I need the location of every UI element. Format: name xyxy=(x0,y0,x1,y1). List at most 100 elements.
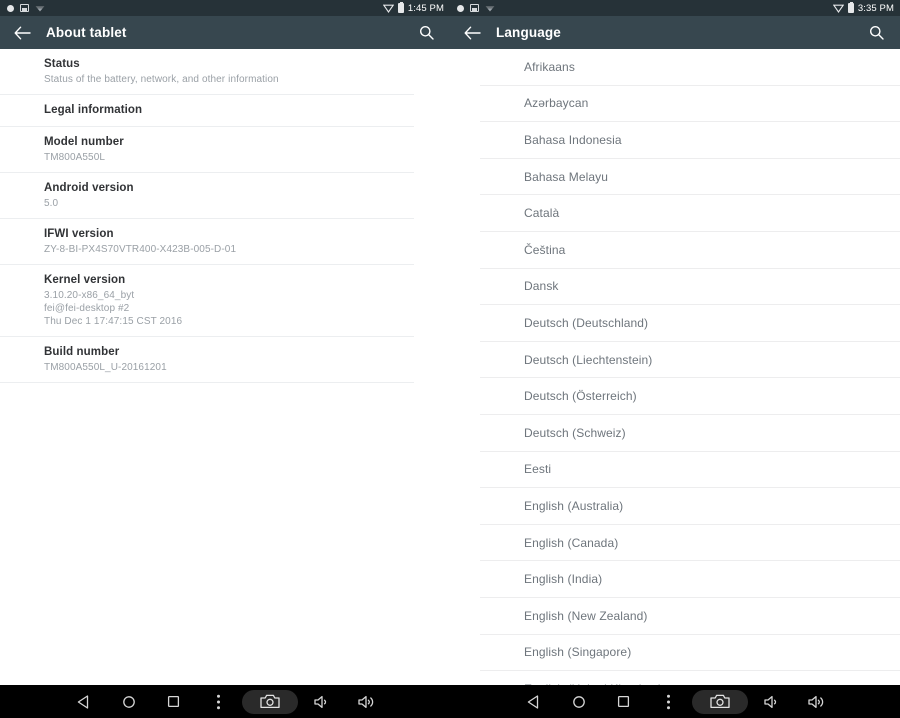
status-bar-clock: 1:45 PM xyxy=(407,2,444,14)
about-row-subtitle: Status of the battery, network, and othe… xyxy=(44,74,279,85)
language-label: English (Singapore) xyxy=(524,645,632,660)
volume-up-icon[interactable] xyxy=(344,685,389,718)
right-panel-language: 3:35 PM Language Afrikaans Azərbaycan Baha… xyxy=(450,0,900,718)
language-list-item[interactable]: Azərbaycan xyxy=(480,86,900,123)
about-row-title: Model number xyxy=(44,136,124,148)
language-list-item[interactable]: Afrikaans xyxy=(480,49,900,86)
volume-down-icon[interactable] xyxy=(749,685,794,718)
language-label: Azərbaycan xyxy=(524,96,589,111)
volume-up-icon[interactable] xyxy=(794,685,839,718)
language-label: English (Australia) xyxy=(524,498,624,513)
status-bar-right-icons: 3:35 PM xyxy=(832,1,894,14)
signal-triangle-icon xyxy=(382,4,394,13)
language-list-item[interactable]: Deutsch (Deutschland) xyxy=(480,305,900,342)
screenshot-camera-icon[interactable] xyxy=(692,689,748,714)
language-label: Dansk xyxy=(524,279,559,294)
about-row-title: IFWI version xyxy=(44,228,114,240)
back-arrow-icon[interactable] xyxy=(458,19,486,47)
language-label: Bahasa Melayu xyxy=(524,169,609,184)
language-list-item[interactable]: English (New Zealand) xyxy=(480,598,900,635)
about-row-title: Status xyxy=(44,58,80,70)
about-row-title: Android version xyxy=(44,182,134,194)
about-row[interactable]: IFWI version ZY-8-BI-PX4S70VTR400-X423B-0… xyxy=(0,219,414,265)
home-circle-icon[interactable] xyxy=(556,685,601,718)
status-bar-left-icons xyxy=(7,4,45,12)
language-list-item[interactable]: English (India) xyxy=(480,561,900,598)
status-bar-clock: 3:35 PM xyxy=(857,2,894,14)
signal-triangle-icon xyxy=(832,4,844,13)
screenshot-icon xyxy=(470,4,479,12)
about-row-title: Kernel version xyxy=(44,274,126,286)
left-panel-about-tablet: 1:45 PM About tablet Status Status of the… xyxy=(0,0,450,718)
about-row-title: Build number xyxy=(44,346,120,358)
back-triangle-icon[interactable] xyxy=(511,685,556,718)
language-list-item[interactable]: English (Australia) xyxy=(480,488,900,525)
navigation-bar-left xyxy=(0,685,450,718)
dual-screenshot-container: 1:45 PM About tablet Status Status of the… xyxy=(0,0,900,718)
page-title: About tablet xyxy=(46,25,127,40)
language-label: Deutsch (Österreich) xyxy=(524,389,637,404)
about-row[interactable]: Build number TM800A550L_U-20161201 xyxy=(0,337,414,383)
overflow-menu-icon[interactable] xyxy=(196,685,241,718)
navigation-bar-right xyxy=(450,685,900,718)
record-dot-icon xyxy=(457,4,464,12)
status-bar-left: 1:45 PM xyxy=(0,0,450,16)
app-bar-right: Language xyxy=(450,16,900,49)
screenshot-icon xyxy=(20,4,29,12)
search-icon[interactable] xyxy=(862,19,890,47)
about-row[interactable]: Android version 5.0 xyxy=(0,173,414,219)
about-row[interactable]: Legal information xyxy=(0,95,414,127)
language-label: English (Canada) xyxy=(524,535,619,550)
language-label: Bahasa Indonesia xyxy=(524,132,622,147)
about-row-subtitle: 5.0 xyxy=(44,198,59,209)
about-row[interactable]: Status Status of the battery, network, an… xyxy=(0,49,414,95)
language-list-item[interactable]: Deutsch (Liechtenstein) xyxy=(480,342,900,379)
language-list-item[interactable]: Deutsch (Österreich) xyxy=(480,378,900,415)
about-row-title: Legal information xyxy=(44,104,143,116)
status-bar-left-icons xyxy=(457,4,495,12)
language-list-item[interactable]: Bahasa Indonesia xyxy=(480,122,900,159)
home-circle-icon[interactable] xyxy=(106,685,151,718)
language-list-item[interactable]: English (Canada) xyxy=(480,525,900,562)
search-icon[interactable] xyxy=(412,19,440,47)
about-row-subtitle: TM800A550L_U-20161201 xyxy=(44,362,167,373)
volume-down-icon[interactable] xyxy=(299,685,344,718)
screenshot-camera-icon[interactable] xyxy=(242,689,298,714)
recents-square-icon[interactable] xyxy=(601,685,646,718)
app-bar-left: About tablet xyxy=(0,16,450,49)
about-row-subtitle: TM800A550L xyxy=(44,152,106,163)
language-label: Eesti xyxy=(524,462,552,477)
about-row[interactable]: Kernel version 3.10.20-x86_64_byt fei@fei… xyxy=(0,265,414,337)
back-arrow-icon[interactable] xyxy=(8,19,36,47)
language-list-item[interactable]: Dansk xyxy=(480,269,900,306)
about-row[interactable]: Model number TM800A550L xyxy=(0,127,414,173)
battery-icon xyxy=(847,1,854,13)
status-bar-right: 3:35 PM xyxy=(450,0,900,16)
about-row-subtitle: 3.10.20-x86_64_byt fei@fei-desktop #2 Th… xyxy=(44,290,183,327)
language-label: Deutsch (Schweiz) xyxy=(524,425,626,440)
recents-square-icon[interactable] xyxy=(151,685,196,718)
language-list-item[interactable]: English (Singapore) xyxy=(480,635,900,672)
record-dot-icon xyxy=(7,4,14,12)
page-title: Language xyxy=(496,25,561,40)
overflow-menu-icon[interactable] xyxy=(646,685,691,718)
language-list-item[interactable]: Čeština xyxy=(480,232,900,269)
language-label: English (New Zealand) xyxy=(524,608,648,623)
language-list-item[interactable]: Eesti xyxy=(480,452,900,489)
wifi-weak-icon xyxy=(485,4,495,12)
language-label: Deutsch (Liechtenstein) xyxy=(524,352,653,367)
language-list-item[interactable]: Bahasa Melayu xyxy=(480,159,900,196)
language-list-item[interactable]: Català xyxy=(480,195,900,232)
language-list-item[interactable]: Deutsch (Schweiz) xyxy=(480,415,900,452)
language-list: Afrikaans Azərbaycan Bahasa Indonesia Bahas… xyxy=(450,49,900,708)
language-label: Català xyxy=(524,206,560,221)
wifi-weak-icon xyxy=(35,4,45,12)
about-row-subtitle: ZY-8-BI-PX4S70VTR400-X423B-005-D-01 xyxy=(44,244,237,255)
battery-icon xyxy=(397,1,404,13)
back-triangle-icon[interactable] xyxy=(61,685,106,718)
language-label: Deutsch (Deutschland) xyxy=(524,315,649,330)
language-label: Čeština xyxy=(524,242,566,257)
language-label: Afrikaans xyxy=(524,59,575,74)
language-label: English (India) xyxy=(524,572,603,587)
status-bar-right-icons: 1:45 PM xyxy=(382,1,444,14)
